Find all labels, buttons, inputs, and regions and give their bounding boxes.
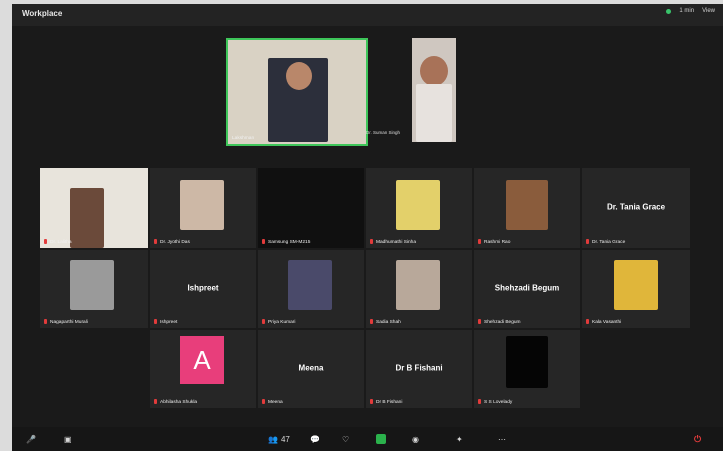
self-view-tile[interactable]	[412, 38, 456, 142]
speaker-name: Lakshman	[232, 136, 255, 141]
participant-display-name: Ishpreet	[187, 283, 219, 293]
participants-count: 47	[280, 434, 290, 444]
participant-tile[interactable]: Nagaparthi Murali	[40, 250, 148, 328]
muted-icon	[478, 399, 481, 405]
muted-icon	[154, 239, 157, 245]
muted-icon	[154, 399, 157, 405]
participant-tile[interactable]: Dr. Lalitha	[40, 168, 148, 248]
apps-button[interactable]: ✦	[456, 432, 463, 446]
participant-name: Dr. Lalitha	[44, 239, 72, 245]
record-icon: ◉	[412, 434, 419, 444]
speaker-head	[286, 62, 312, 90]
participant-name: Dr. Tania Grace	[586, 239, 625, 245]
participant-tile[interactable]: S S Lovelady	[474, 330, 580, 408]
participant-video	[396, 260, 440, 310]
top-right-controls: 1 min View	[666, 8, 715, 14]
muted-icon	[370, 319, 373, 325]
apps-icon: ✦	[456, 434, 463, 444]
participant-tile[interactable]: Kala Vasanthi	[582, 250, 690, 328]
participant-video	[506, 336, 548, 388]
muted-icon	[586, 239, 589, 245]
camera-icon: ▣	[64, 434, 72, 444]
participant-tile[interactable]: Meena Meena	[258, 330, 364, 408]
reactions-button[interactable]: ♡	[342, 432, 349, 446]
share-screen-button[interactable]	[376, 432, 386, 446]
participant-tile[interactable]: Sadia Shah	[366, 250, 472, 328]
participant-tile[interactable]: Shehzadi Begum Shehzadi Begum	[474, 250, 580, 328]
participant-tile[interactable]: Priya Kumari	[258, 250, 364, 328]
people-icon: 👥	[268, 434, 278, 444]
participant-name: Priya Kumari	[262, 319, 295, 325]
participant-name: Madhumathi Sinha	[370, 239, 416, 245]
participant-tile[interactable]: Dr. Tania Grace Dr. Tania Grace	[582, 168, 690, 248]
participant-name: Kala Vasanthi	[586, 319, 621, 325]
participant-tile[interactable]: Ishpreet Ishpreet	[150, 250, 256, 328]
mute-button[interactable]: 🎤	[26, 432, 39, 446]
participant-name: Meena	[262, 399, 283, 405]
participant-video	[396, 180, 440, 230]
participant-name: Shehzadi Begum	[478, 319, 521, 325]
self-view-body	[416, 84, 452, 142]
share-screen-icon	[376, 434, 386, 444]
participants-button[interactable]: 👥 47	[268, 432, 290, 446]
muted-icon	[262, 239, 265, 245]
muted-icon	[370, 239, 373, 245]
participant-tile[interactable]: Samsung SM-M215	[258, 168, 364, 248]
participant-display-name: Dr. Tania Grace	[606, 202, 666, 212]
muted-icon	[44, 319, 47, 325]
participant-avatar: A	[180, 336, 224, 384]
participant-video	[506, 180, 548, 230]
participant-display-name: Dr B Fishani	[395, 363, 443, 373]
end-call-icon: ⏻	[694, 433, 702, 444]
view-button[interactable]: View	[702, 8, 715, 14]
participant-display-name: Shehzadi Begum	[494, 283, 560, 293]
self-view-video	[420, 56, 448, 86]
microphone-icon: 🎤	[26, 434, 36, 444]
participant-tile[interactable]: Madhumathi Sinha	[366, 168, 472, 248]
window-title: Workplace	[22, 9, 63, 18]
meeting-window: Workplace 1 min View Lakshman Dr. Suman …	[12, 4, 723, 451]
participant-video	[288, 260, 332, 310]
participant-video	[70, 260, 114, 310]
participant-name: Sadia Shah	[370, 319, 401, 325]
more-icon: ⋯	[498, 434, 506, 444]
participant-name: Rashmi Rao	[478, 239, 510, 245]
muted-icon	[262, 319, 265, 325]
heart-icon: ♡	[342, 434, 350, 444]
participant-name: Dr B Fishani	[370, 399, 402, 405]
muted-icon	[262, 399, 265, 405]
self-view-name: Dr. Suman Singh	[366, 130, 401, 135]
participant-tile[interactable]: Dr. Jyothi Das	[150, 168, 256, 248]
participant-name: Ishpreet	[154, 319, 177, 325]
muted-icon	[478, 239, 481, 245]
meeting-timer: 1 min	[679, 8, 695, 14]
participant-name: Abhilasha Shukla	[154, 399, 197, 405]
participant-tile[interactable]: Rashmi Rao	[474, 168, 580, 248]
muted-icon	[370, 399, 373, 405]
more-button[interactable]: ⋯	[498, 432, 506, 446]
chat-button[interactable]: 💬	[310, 432, 320, 446]
end-meeting-button[interactable]: ⏻	[694, 432, 701, 446]
participant-tile[interactable]: A Abhilasha Shukla	[150, 330, 256, 408]
participant-display-name: Meena	[298, 363, 324, 373]
chat-icon: 💬	[310, 434, 320, 444]
muted-icon	[478, 319, 481, 325]
muted-icon	[44, 239, 47, 245]
participant-name: S S Lovelady	[478, 399, 512, 405]
participant-video	[614, 260, 658, 310]
participant-video	[70, 188, 104, 248]
participant-tile[interactable]: Dr B Fishani Dr B Fishani	[366, 330, 472, 408]
muted-icon	[586, 319, 589, 325]
participant-video	[180, 180, 224, 230]
participant-name: Dr. Jyothi Das	[154, 239, 190, 245]
video-button[interactable]: ▣	[64, 432, 75, 446]
speaker-tile[interactable]: Lakshman	[226, 38, 368, 146]
meeting-toolbar: 🎤 ▣ 👥 47 💬 ♡ ◉ ✦ ⋯ ⏻	[12, 427, 723, 451]
title-bar: Workplace 1 min View	[12, 4, 723, 26]
connection-status-icon	[666, 8, 672, 14]
muted-icon	[154, 319, 157, 325]
participant-name: Samsung SM-M215	[262, 239, 310, 245]
record-button[interactable]: ◉	[412, 432, 419, 446]
participant-name: Nagaparthi Murali	[44, 319, 88, 325]
